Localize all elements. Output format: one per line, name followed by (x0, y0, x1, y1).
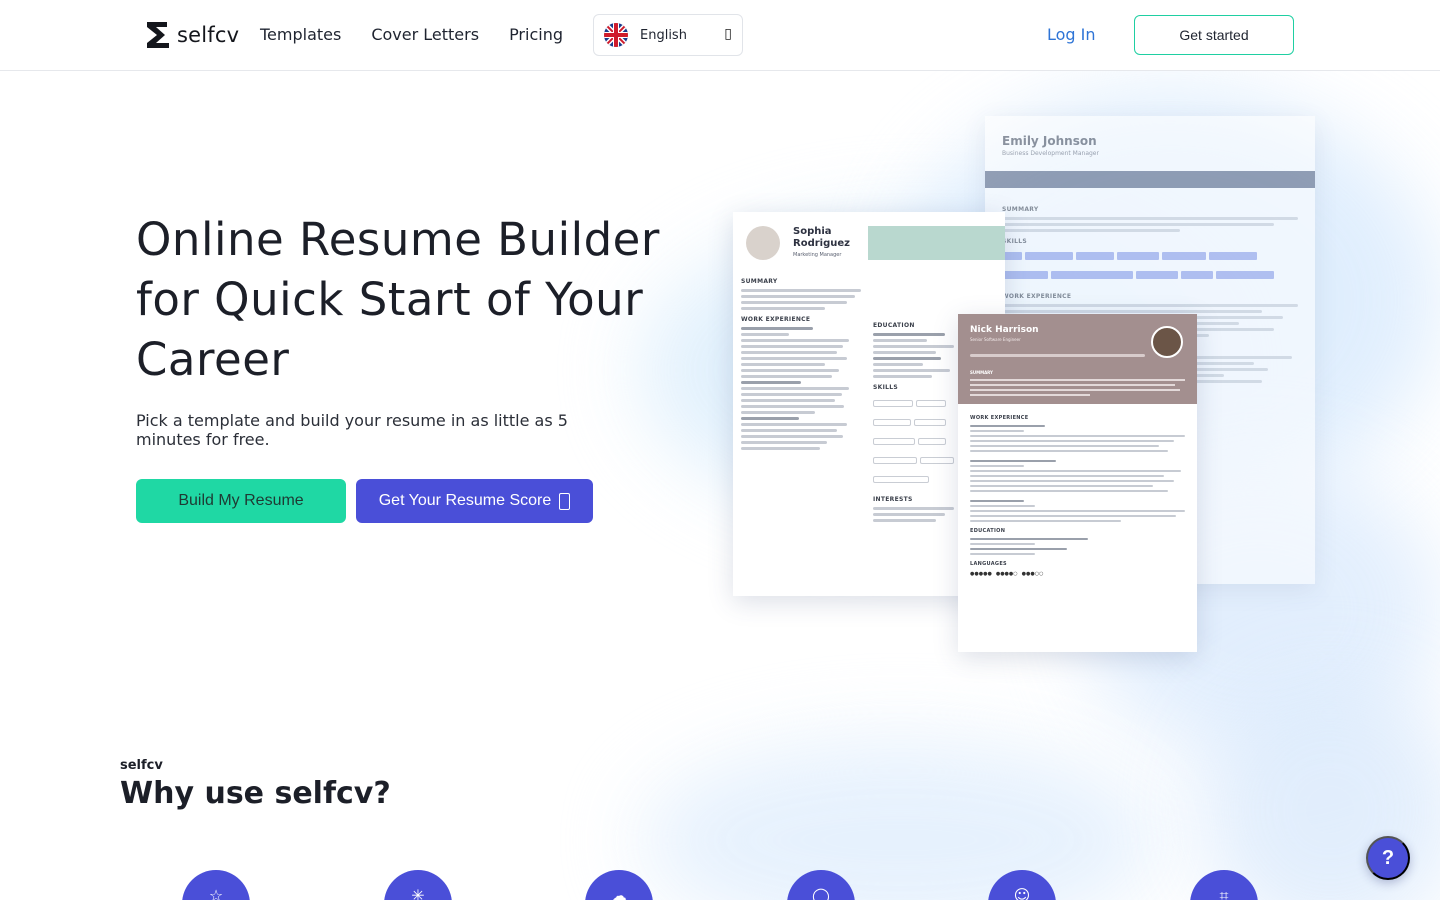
site-header: selfcv Templates Cover Letters Pricing E… (0, 0, 1440, 71)
resume-header: Nick Harrison Senior Software Engineer S… (958, 314, 1197, 404)
document-icon (559, 492, 571, 510)
logo[interactable]: selfcv (145, 20, 239, 50)
why-kicker: selfcv (120, 758, 163, 773)
chat-icon: ◯ (787, 870, 855, 900)
resume-section-heading: EDUCATION (970, 528, 1006, 534)
resume-section-heading: EDUCATION (873, 322, 915, 329)
resume-role: Senior Software Engineer (970, 337, 1021, 342)
login-link[interactable]: Log In (1047, 25, 1096, 44)
help-button[interactable]: ? (1366, 836, 1410, 880)
language-label: English (640, 27, 687, 43)
logo-mark-icon (145, 20, 171, 50)
resume-section-heading: INTERESTS (873, 496, 913, 503)
chevron-down-icon: ▯ (724, 26, 732, 42)
resume-section-heading: WORK EXPERIENCE (970, 415, 1029, 421)
hero-subtitle: Pick a template and build your resume in… (136, 411, 568, 449)
cloud-icon: ☁ (585, 870, 653, 900)
resume-role: Marketing Manager (793, 252, 842, 258)
hero-title: Online Resume Builder for Quick Start of… (136, 213, 660, 386)
avatar (1151, 326, 1183, 358)
language-select[interactable]: English ▯ (593, 14, 743, 56)
resume-section-heading: WORK EXPERIENCE (1002, 293, 1072, 300)
build-resume-button[interactable]: Build My Resume (136, 479, 346, 523)
resume-name: Sophia Rodriguez (793, 226, 850, 249)
resume-contact-block (868, 226, 1005, 260)
get-started-button[interactable]: Get started (1134, 15, 1294, 55)
resume-section-heading: SUMMARY (1002, 206, 1039, 213)
resume-section-heading: SKILLS (1002, 238, 1027, 245)
resume-right-column: EDUCATION SKILLS INTERESTS (873, 316, 963, 525)
resume-section-heading: WORK EXPERIENCE (741, 316, 811, 323)
resume-name: Nick Harrison (970, 325, 1039, 335)
why-title: Why use selfcv? (120, 776, 391, 811)
nav-pricing[interactable]: Pricing (509, 25, 563, 44)
avatar (746, 226, 780, 260)
resume-contact-bar (985, 171, 1315, 188)
nav-templates[interactable]: Templates (260, 25, 341, 44)
resume-body: WORK EXPERIENCE EDUCATION LANGUAGES ●●●●… (970, 409, 1185, 577)
resume-section-heading: LANGUAGES (970, 561, 1007, 567)
uk-flag-icon (604, 23, 628, 47)
logo-text: selfcv (177, 23, 240, 47)
sparkle-icon: ✳ (384, 870, 452, 900)
resume-section-heading: SUMMARY (741, 278, 778, 285)
resume-section-heading: SUMMARY (970, 370, 993, 375)
main-nav: Templates Cover Letters Pricing (260, 25, 563, 44)
resume-preview-nick: Nick Harrison Senior Software Engineer S… (958, 314, 1197, 652)
smile-icon: ☺ (988, 870, 1056, 900)
resume-score-label: Get Your Resume Score (378, 492, 552, 509)
resume-left-column: SUMMARY WORK EXPERIENCE (741, 272, 861, 453)
share-icon: ⌗ (1190, 870, 1258, 900)
star-icon: ☆ (182, 870, 250, 900)
nav-cover-letters[interactable]: Cover Letters (371, 25, 479, 44)
resume-role: Business Development Manager (1002, 150, 1099, 157)
resume-section-heading: SKILLS (873, 384, 898, 391)
resume-name: Emily Johnson (1002, 134, 1097, 148)
resume-score-button[interactable]: Get Your Resume Score (356, 479, 593, 523)
